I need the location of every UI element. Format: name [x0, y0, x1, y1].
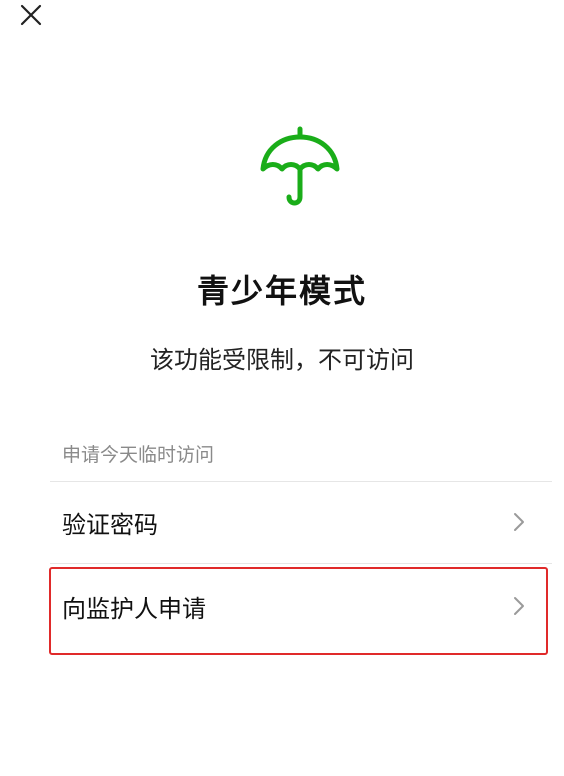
close-icon [20, 4, 42, 26]
chevron-right-icon [514, 513, 524, 531]
close-button[interactable] [14, 0, 48, 30]
page-subtitle: 该功能受限制，不可访问 [150, 346, 414, 374]
page-title: 青少年模式 [196, 272, 367, 310]
request-guardian-item[interactable]: 向监护人申请 [50, 566, 550, 646]
section-label: 申请今天临时访问 [62, 444, 215, 466]
divider [50, 563, 552, 564]
verify-password-item[interactable]: 验证密码 [50, 482, 550, 562]
request-guardian-label: 向监护人申请 [62, 594, 206, 623]
chevron-right-icon [514, 597, 524, 615]
verify-password-label: 验证密码 [62, 510, 158, 539]
teen-mode-page: 青少年模式 该功能受限制，不可访问 申请今天临时访问 验证密码 向监护人申请 [0, 0, 564, 776]
umbrella-icon [260, 126, 340, 206]
